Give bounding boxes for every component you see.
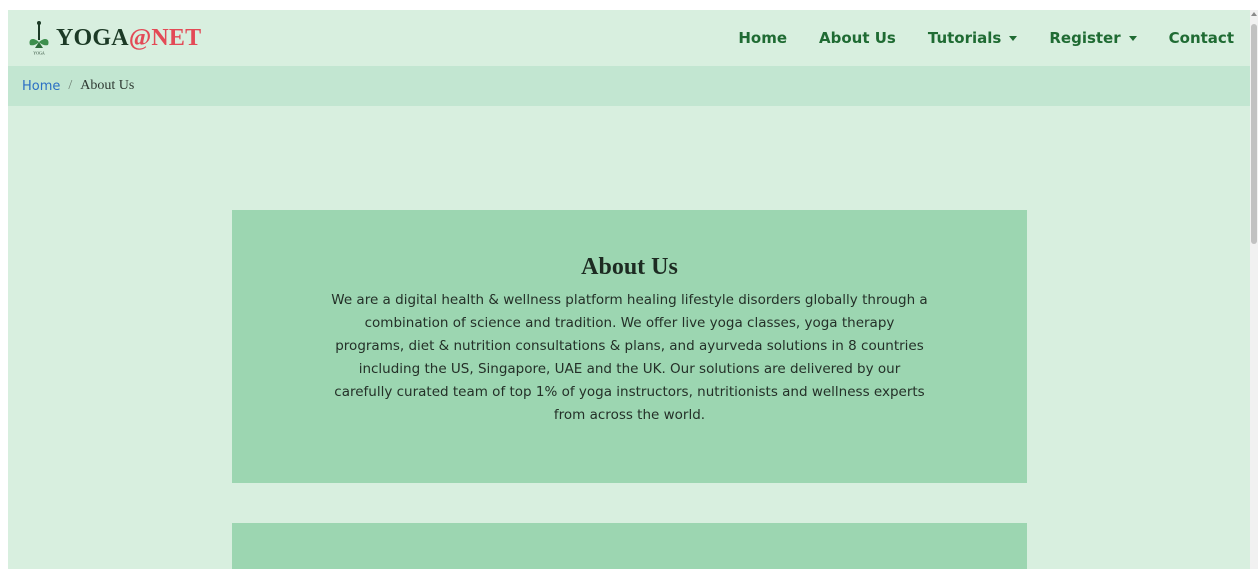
nav-item-label: About Us	[819, 29, 896, 47]
navbar: YOGA YOGA@NET Home About Us Tutorials Re…	[8, 10, 1250, 66]
nav-item-contact[interactable]: Contact	[1169, 29, 1234, 47]
nav-item-label: Tutorials	[927, 29, 1002, 47]
brand-name-net: NET	[151, 24, 202, 51]
nav-item-home[interactable]: Home	[738, 29, 787, 47]
brand-logo-link[interactable]: YOGA YOGA@NET	[26, 20, 201, 56]
page: YOGA YOGA@NET Home About Us Tutorials Re…	[8, 10, 1250, 569]
breadcrumb-home-link[interactable]: Home	[22, 79, 60, 94]
about-us-title: About Us	[581, 254, 678, 280]
nav-item-label: Home	[738, 29, 788, 47]
brand-name-main: YOGA	[56, 24, 129, 51]
breadcrumb: Home / About Us	[8, 66, 1250, 106]
caret-down-icon	[1009, 35, 1018, 41]
next-section-card	[232, 523, 1027, 569]
about-us-card: About Us We are a digital health & welln…	[232, 210, 1027, 483]
logo-caption: YOGA	[33, 51, 45, 56]
scroll-up-arrow-icon[interactable]	[1251, 12, 1257, 16]
page-scrollbar[interactable]	[1250, 10, 1258, 569]
nav-item-tutorials[interactable]: Tutorials	[927, 29, 1018, 47]
brand-name: YOGA@NET	[56, 25, 201, 52]
main-nav: Home About Us Tutorials Register Contact	[706, 29, 1234, 47]
nav-item-register[interactable]: Register	[1049, 29, 1137, 47]
nav-item-label: Register	[1049, 29, 1121, 47]
brand-name-at: @	[128, 24, 152, 51]
scrollbar-thumb[interactable]	[1251, 24, 1257, 244]
nav-item-label: Contact	[1168, 29, 1234, 47]
about-us-description: We are a digital health & wellness platf…	[331, 292, 928, 423]
breadcrumb-current: About Us	[80, 78, 135, 93]
breadcrumb-separator: /	[68, 78, 73, 93]
yoga-figure-icon: YOGA	[29, 21, 49, 56]
caret-down-icon	[1128, 35, 1137, 41]
nav-item-about-us[interactable]: About Us	[819, 29, 896, 47]
